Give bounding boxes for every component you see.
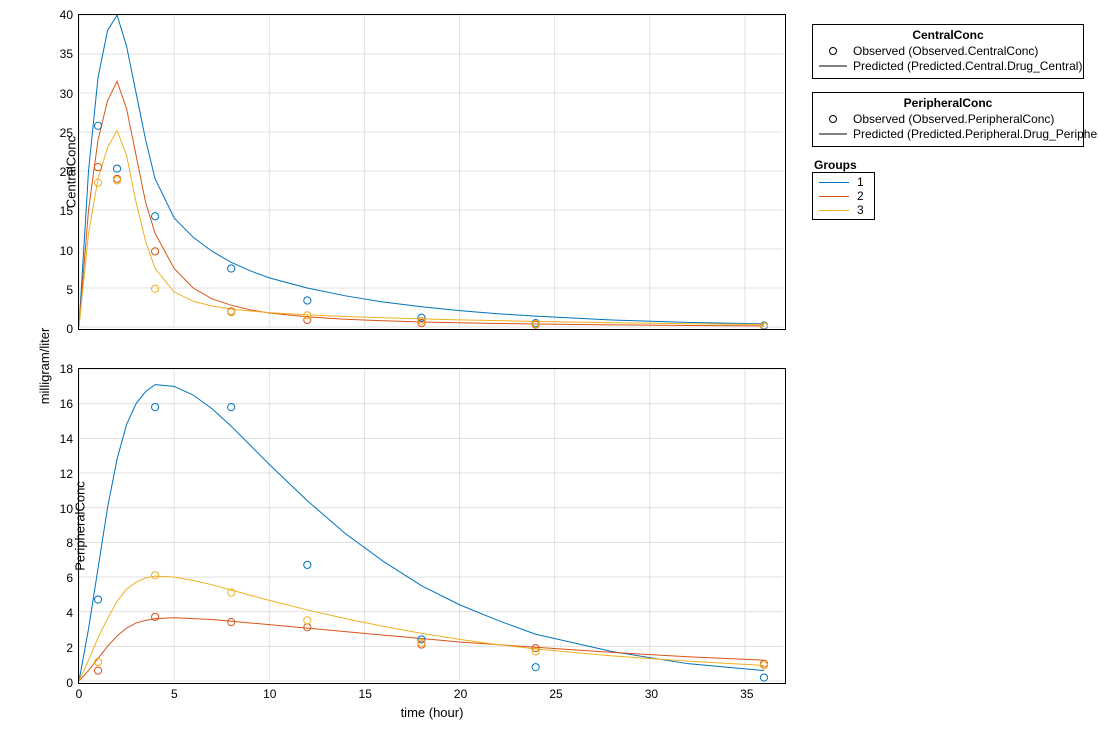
axes-centralconc: CentralConc 0510152025303540	[78, 14, 786, 330]
legend-group-3: 3	[819, 203, 864, 217]
y-tick-label: 0	[66, 322, 79, 336]
y-tick-label: 0	[66, 676, 79, 690]
axes-peripheralconc: PeripheralConc time (hour) 0510152025303…	[78, 368, 786, 684]
x-tick-label: 10	[263, 683, 276, 701]
y-tick-label: 35	[60, 47, 79, 61]
legend-centralconc-observed-label: Observed (Observed.CentralConc)	[853, 44, 1038, 58]
group-color-icon	[819, 196, 849, 197]
legend-centralconc-title: CentralConc	[819, 27, 1077, 44]
x-tick-label: 5	[171, 683, 178, 701]
y-tick-label: 14	[60, 432, 79, 446]
legend-group-1-label: 1	[857, 175, 864, 189]
legend-peripheralconc: PeripheralConc Observed (Observed.Periph…	[812, 92, 1084, 147]
legend-centralconc-predicted-label: Predicted (Predicted.Central.Drug_Centra…	[853, 59, 1082, 73]
legend-group-3-label: 3	[857, 203, 864, 217]
y-tick-label: 4	[66, 606, 79, 620]
observed-marker-icon	[819, 45, 847, 57]
x-tick-label: 30	[645, 683, 658, 701]
legend-centralconc: CentralConc Observed (Observed.CentralCo…	[812, 24, 1084, 79]
y-tick-label: 16	[60, 397, 79, 411]
y-tick-label: 18	[60, 362, 79, 376]
y-tick-label: 10	[60, 502, 79, 516]
legend-centralconc-predicted: Predicted (Predicted.Central.Drug_Centra…	[819, 59, 1077, 74]
legend-peripheralconc-observed-label: Observed (Observed.PeripheralConc)	[853, 112, 1054, 126]
legend-peripheralconc-predicted: Predicted (Predicted.Peripheral.Drug_Per…	[819, 127, 1077, 142]
legend-groups-list: 1 2 3	[812, 172, 875, 220]
y-tick-label: 30	[60, 87, 79, 101]
legend-group-1: 1	[819, 175, 864, 189]
predicted-line-icon	[819, 128, 847, 140]
y-tick-label: 6	[66, 571, 79, 585]
x-tick-label: 15	[359, 683, 372, 701]
legend-peripheralconc-title: PeripheralConc	[819, 95, 1077, 112]
legend-centralconc-observed: Observed (Observed.CentralConc)	[819, 44, 1077, 59]
x-tick-label: 20	[454, 683, 467, 701]
y-tick-label: 5	[66, 283, 79, 297]
legend-peripheralconc-predicted-label: Predicted (Predicted.Peripheral.Drug_Per…	[853, 127, 1098, 141]
x-tick-label: 25	[549, 683, 562, 701]
y-tick-label: 15	[60, 204, 79, 218]
x-tick-label: 35	[740, 683, 753, 701]
group-color-icon	[819, 182, 849, 183]
legend-groups: Groups 1 2 3	[812, 158, 875, 220]
y-tick-label: 10	[60, 244, 79, 258]
observed-marker-icon	[819, 113, 847, 125]
y-tick-label: 2	[66, 641, 79, 655]
figure-xlabel: time (hour)	[401, 705, 464, 720]
y-tick-label: 20	[60, 165, 79, 179]
legend-group-2: 2	[819, 189, 864, 203]
figure: milligram/liter CentralConc 051015202530…	[0, 0, 1098, 732]
legend-groups-title: Groups	[812, 158, 875, 172]
axes-peripheralconc-ylabel: PeripheralConc	[72, 481, 87, 571]
y-tick-label: 25	[60, 126, 79, 140]
legend-peripheralconc-observed: Observed (Observed.PeripheralConc)	[819, 112, 1077, 127]
y-tick-label: 8	[66, 536, 79, 550]
legend-group-2-label: 2	[857, 189, 864, 203]
y-tick-label: 12	[60, 467, 79, 481]
group-color-icon	[819, 210, 849, 211]
predicted-line-icon	[819, 60, 847, 72]
y-tick-label: 40	[60, 8, 79, 22]
figure-ylabel: milligram/liter	[37, 328, 52, 405]
